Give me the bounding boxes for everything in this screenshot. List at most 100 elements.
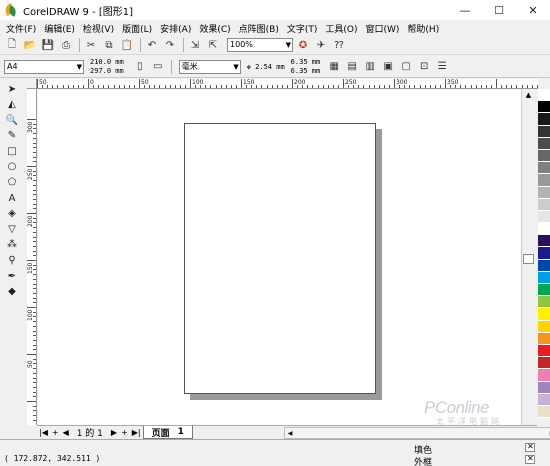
outline-tool-icon[interactable]: ✒ <box>5 269 19 283</box>
treat-as-filled-icon[interactable]: ⊡ <box>416 59 432 75</box>
duplicate-y-field[interactable]: 6.35 mm <box>291 67 321 76</box>
zoom-tool-icon[interactable]: 🔍 <box>5 113 19 127</box>
color-swatch[interactable] <box>538 101 550 114</box>
menu-tools[interactable]: 工具(O) <box>321 22 361 35</box>
color-swatch[interactable] <box>538 174 550 187</box>
color-swatch[interactable] <box>538 357 550 370</box>
nudge-offset-field[interactable]: ✥ 2.54 mm <box>247 63 285 71</box>
text-tool-icon[interactable]: A <box>5 191 19 205</box>
scroll-thumb[interactable] <box>523 254 534 264</box>
fill-tool-icon[interactable]: ◆ <box>5 285 19 299</box>
color-swatch[interactable] <box>538 162 550 175</box>
open-folder-icon[interactable]: 📂 <box>22 37 38 53</box>
menu-help[interactable]: 帮助(H) <box>403 22 443 35</box>
blend-tool-icon[interactable]: ⁂ <box>5 238 19 252</box>
color-swatch[interactable] <box>538 137 550 150</box>
next-page-icon[interactable]: ▶ <box>111 428 117 437</box>
menu-bitmaps[interactable]: 点阵图(B) <box>235 22 283 35</box>
zoom-level-select[interactable]: 100% ▼ <box>227 38 293 52</box>
vertical-scrollbar[interactable]: ▲ <box>521 89 535 425</box>
shape-tool-icon[interactable]: ◭ <box>5 98 19 112</box>
units-select[interactable]: 毫米 ▼ <box>178 59 241 74</box>
landscape-icon[interactable]: ▭ <box>150 59 166 75</box>
export-icon[interactable]: ⇱ <box>205 37 221 53</box>
print-icon[interactable]: ⎙ <box>58 37 74 53</box>
close-button[interactable]: ✕ <box>516 0 550 20</box>
color-swatch[interactable] <box>538 149 550 163</box>
menu-view[interactable]: 检视(V) <box>79 22 118 35</box>
freehand-tool-icon[interactable]: ✎ <box>5 129 19 143</box>
interactive-fill-tool-icon[interactable]: ◈ <box>5 207 19 221</box>
menu-file[interactable]: 文件(F) <box>0 22 40 35</box>
color-swatch[interactable] <box>538 259 550 272</box>
cut-icon[interactable]: ✂ <box>83 37 99 53</box>
color-swatch[interactable] <box>538 308 550 321</box>
color-swatch[interactable] <box>538 296 550 309</box>
menu-text[interactable]: 文字(T) <box>283 22 322 35</box>
color-swatch[interactable] <box>538 284 550 297</box>
wireframe-icon[interactable]: ▢ <box>398 59 414 75</box>
pick-tool-icon[interactable]: ➤ <box>5 82 19 96</box>
new-document-icon[interactable]: 🗋 <box>4 37 20 53</box>
color-swatch[interactable] <box>538 393 550 406</box>
menu-window[interactable]: 窗口(W) <box>362 22 404 35</box>
paper-size-select[interactable]: A4 ▼ <box>4 59 84 74</box>
transparency-tool-icon[interactable]: ▽ <box>5 222 19 236</box>
color-swatch[interactable] <box>538 89 550 102</box>
scroll-left-icon[interactable]: ◀ <box>285 428 295 438</box>
portrait-icon[interactable]: ▯ <box>132 59 148 75</box>
color-swatch[interactable] <box>538 381 550 394</box>
menu-effects[interactable]: 效果(C) <box>195 22 234 35</box>
add-page-before-icon[interactable]: + <box>52 428 59 437</box>
color-swatch[interactable] <box>538 125 550 138</box>
page-height-field[interactable]: 297.0 mm <box>90 67 124 76</box>
snap-grid-icon[interactable]: ▤ <box>344 59 360 75</box>
last-page-icon[interactable]: ▶| <box>132 428 141 437</box>
units-toggle-icon[interactable]: ▦ <box>326 59 342 75</box>
add-page-after-icon[interactable]: + <box>121 428 128 437</box>
drawing-canvas[interactable] <box>38 90 521 425</box>
whats-this-icon[interactable]: ⁇ <box>331 37 347 53</box>
import-icon[interactable]: ⇲ <box>187 37 203 53</box>
scroll-up-icon[interactable]: ▲ <box>522 89 535 101</box>
outline-swatch[interactable]: ✕ <box>525 454 535 464</box>
color-swatch[interactable] <box>538 320 550 333</box>
color-swatch[interactable] <box>538 223 550 236</box>
page-tab[interactable]: 页面 1 <box>142 426 193 439</box>
options-icon[interactable]: ☰ <box>434 59 450 75</box>
vertical-ruler[interactable]: 300 250 200 150 100 50 <box>27 89 37 425</box>
save-icon[interactable]: 💾 <box>40 37 56 53</box>
prev-page-icon[interactable]: ◀ <box>63 428 69 437</box>
ellipse-tool-icon[interactable]: ○ <box>5 160 19 174</box>
color-swatch[interactable] <box>538 198 550 211</box>
color-swatch[interactable] <box>538 235 550 248</box>
ruler-origin[interactable] <box>27 79 37 89</box>
color-swatch[interactable] <box>538 344 550 358</box>
color-swatch[interactable] <box>538 405 550 419</box>
document-page[interactable] <box>184 123 376 394</box>
page-width-field[interactable]: 210.0 mm <box>90 58 124 67</box>
eyedropper-tool-icon[interactable]: ⚲ <box>5 254 19 268</box>
horizontal-ruler[interactable]: 50 0 50 100 150 200 250 300 350 <box>37 79 538 89</box>
color-swatch[interactable] <box>538 332 550 345</box>
menu-edit[interactable]: 编辑(E) <box>40 22 79 35</box>
maximize-button[interactable]: ☐ <box>482 0 516 20</box>
color-swatch[interactable] <box>538 186 550 199</box>
minimize-button[interactable]: — <box>448 0 482 20</box>
rectangle-tool-icon[interactable]: □ <box>5 144 19 158</box>
color-swatch[interactable] <box>538 210 550 224</box>
copy-icon[interactable]: ⧉ <box>101 37 117 53</box>
corel-online-icon[interactable]: ✈ <box>313 37 329 53</box>
menu-arrange[interactable]: 安排(A) <box>156 22 195 35</box>
undo-icon[interactable]: ↶ <box>144 37 160 53</box>
first-page-icon[interactable]: |◀ <box>39 428 48 437</box>
application-launcher-icon[interactable]: ✪ <box>295 37 311 53</box>
duplicate-x-field[interactable]: 6.35 mm <box>291 58 321 67</box>
snap-guidelines-icon[interactable]: ▥ <box>362 59 378 75</box>
paste-icon[interactable]: 📋 <box>119 37 135 53</box>
color-swatch[interactable] <box>538 247 550 260</box>
fill-swatch[interactable]: ✕ <box>525 442 535 452</box>
color-swatch[interactable] <box>538 271 550 284</box>
snap-objects-icon[interactable]: ▣ <box>380 59 396 75</box>
menu-layout[interactable]: 版面(L) <box>118 22 156 35</box>
